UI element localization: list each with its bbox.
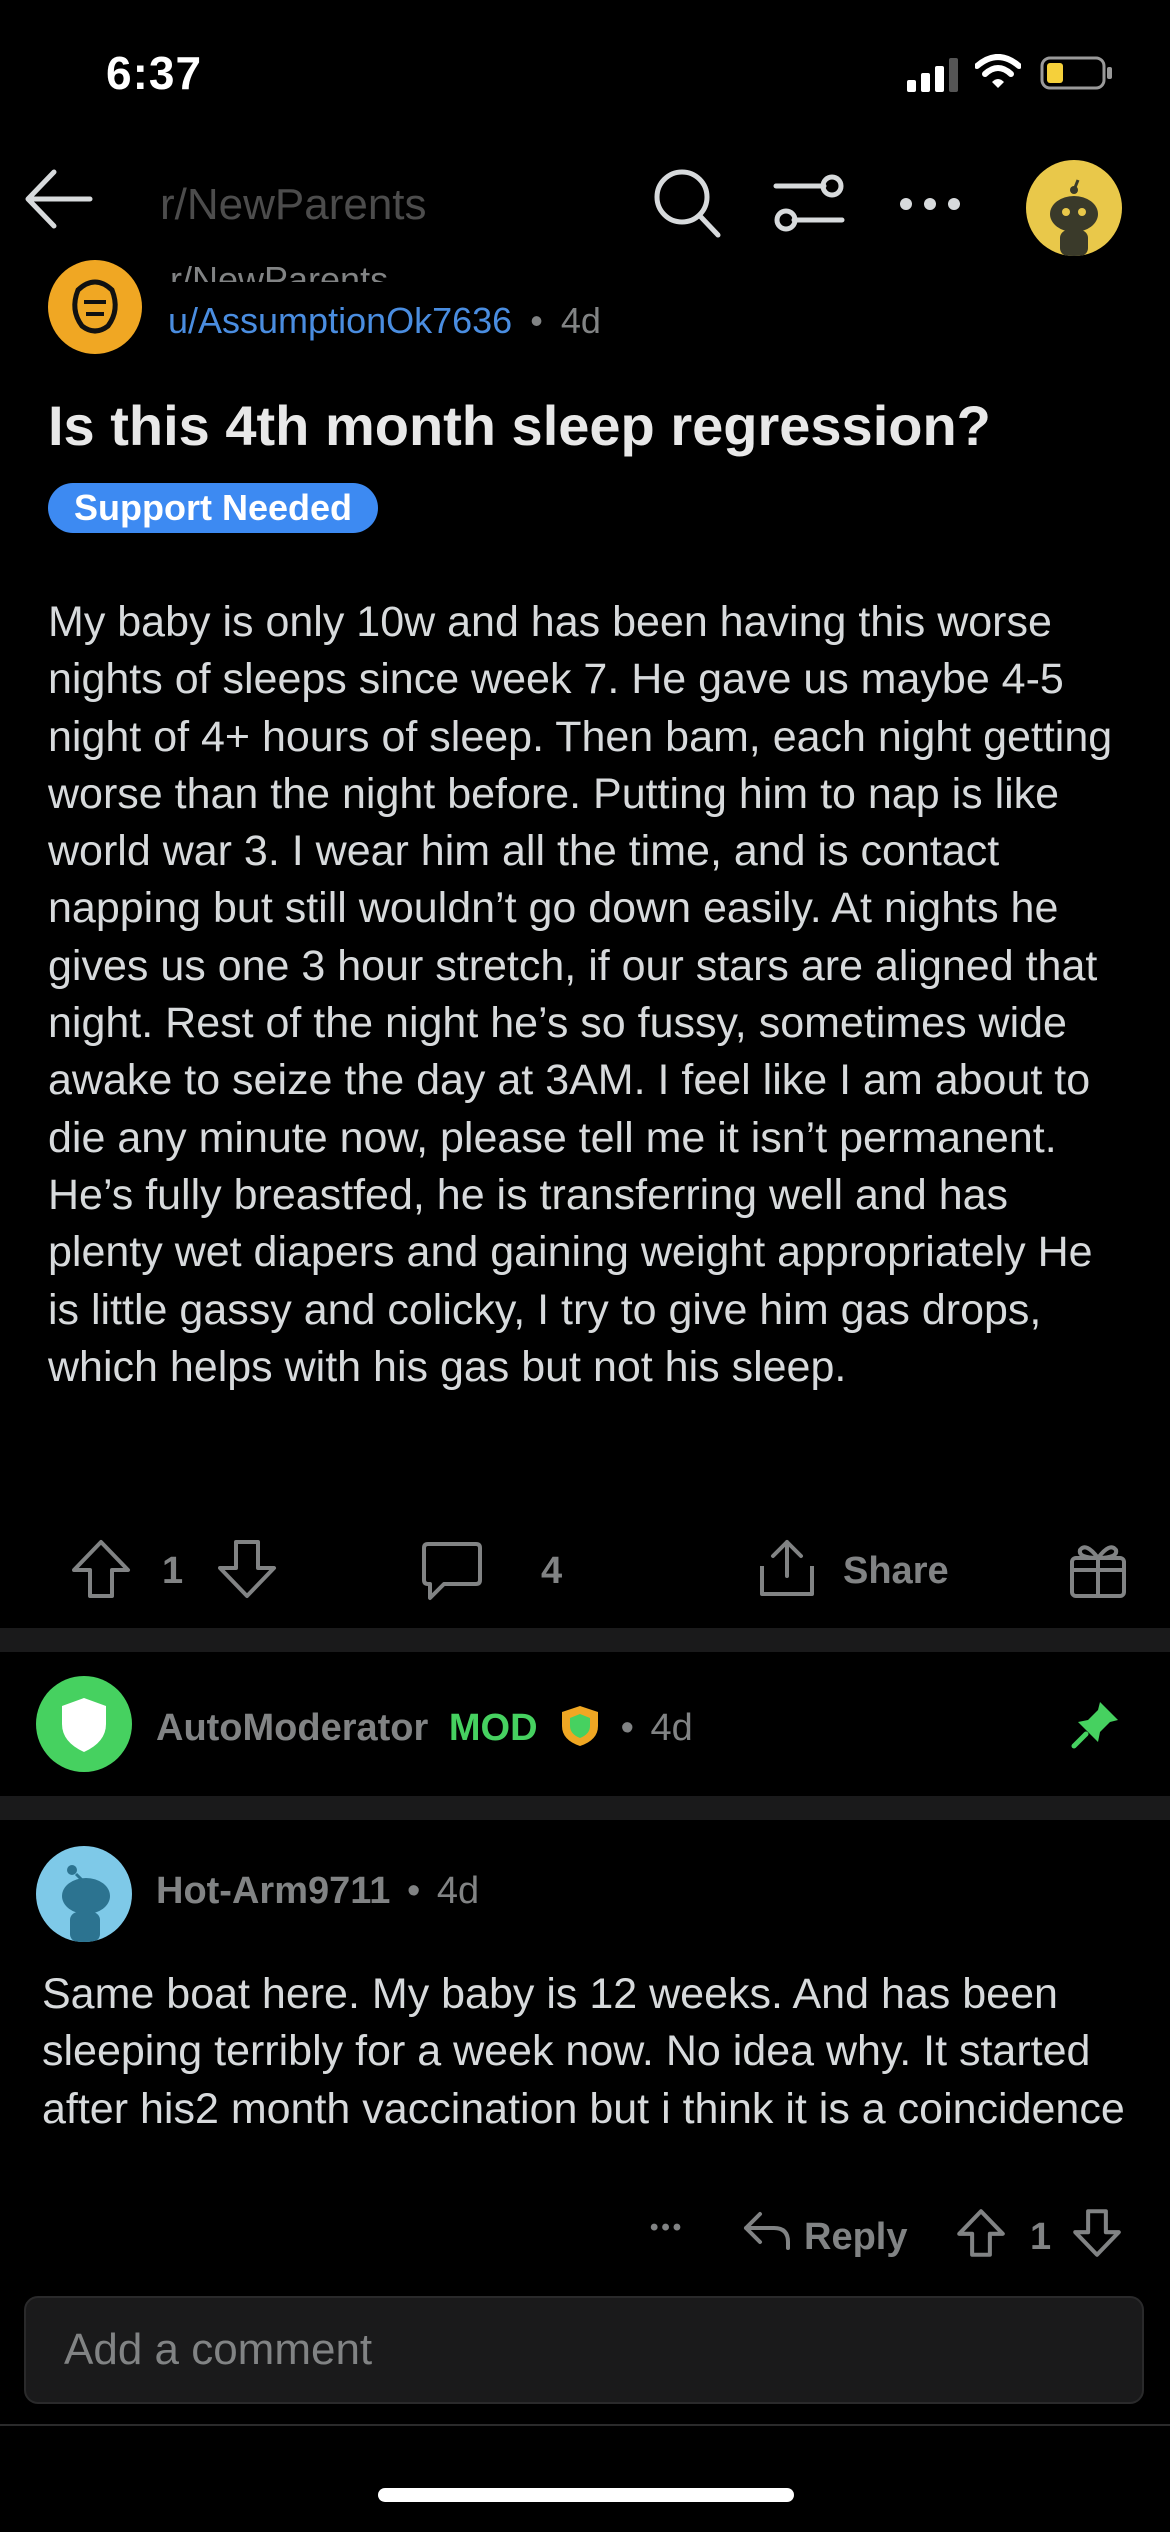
more-icon[interactable] (898, 196, 962, 212)
comment-more-button[interactable]: ••• (650, 2214, 684, 2242)
subreddit-avatar[interactable] (48, 260, 142, 354)
comment-author-line: AutoModerator MOD • 4d (156, 1702, 693, 1750)
upvote-icon[interactable] (70, 1538, 132, 1600)
post-body: My baby is only 10w and has been having … (48, 598, 1113, 1391)
section-divider (0, 1628, 1170, 1652)
commenter-avatar[interactable] (36, 1846, 132, 1942)
post-title: Is this 4th month sleep regression? (48, 394, 991, 457)
downvote-icon[interactable] (216, 1538, 278, 1600)
post-author-link[interactable]: u/AssumptionOk7636 (168, 300, 512, 341)
pin-icon (1071, 1702, 1118, 1749)
share-button[interactable]: Share (843, 1550, 949, 1593)
share-icon[interactable] (756, 1536, 818, 1600)
sort-icon[interactable] (772, 170, 846, 236)
shield-icon (62, 1698, 106, 1752)
section-divider (0, 1796, 1170, 1820)
bottom-divider (0, 2424, 1170, 2426)
reply-button[interactable]: Reply (804, 2216, 907, 2259)
award-icon[interactable] (1068, 1538, 1128, 1600)
post-comment-count[interactable]: 4 (541, 1550, 562, 1593)
header-subreddit-title[interactable]: r/NewParents (160, 180, 427, 230)
comment-separator: • (620, 1707, 634, 1749)
status-time: 6:37 (106, 47, 203, 99)
comment-author[interactable]: AutoModerator (156, 1707, 428, 1749)
back-arrow-icon[interactable] (22, 166, 94, 232)
cellular-signal-icon (907, 58, 958, 92)
comment-body: Same boat here. My baby is 12 weeks. And… (42, 1970, 1125, 2133)
comment-age: 4d (650, 1707, 693, 1749)
comment-icon[interactable] (420, 1540, 484, 1602)
subreddit-logo-icon (72, 279, 118, 334)
user-avatar[interactable] (1026, 160, 1122, 256)
add-comment-placeholder[interactable]: Add a comment (64, 2325, 372, 2375)
post-byline: u/AssumptionOk7636 • 4d (168, 300, 601, 342)
downvote-icon[interactable] (1072, 2208, 1122, 2258)
snoo-avatar-icon (62, 1865, 110, 1942)
post-score: 1 (162, 1550, 184, 1592)
comment-score: 1 (1030, 2216, 1052, 2258)
post-flair[interactable]: Support Needed (48, 483, 379, 533)
comment-separator: • (406, 1870, 421, 1912)
reply-icon[interactable] (742, 2208, 792, 2252)
comment-author[interactable]: Hot-Arm9711 (156, 1870, 390, 1912)
post-subreddit-name[interactable]: r/NewParents (170, 250, 388, 282)
mod-tag: MOD (448, 1707, 538, 1749)
post-age: 4d (560, 300, 601, 341)
search-icon[interactable] (650, 165, 724, 241)
wifi-icon (975, 54, 1021, 88)
snoo-avatar-icon (1050, 179, 1098, 256)
byline-separator: • (530, 300, 543, 341)
comment-author-line: Hot-Arm9711 • 4d (156, 1870, 479, 1913)
home-indicator[interactable] (378, 2488, 794, 2502)
upvote-icon[interactable] (956, 2208, 1006, 2258)
battery-icon (1040, 56, 1112, 90)
comment-age: 4d (436, 1870, 480, 1912)
automoderator-avatar[interactable] (36, 1676, 132, 1772)
mod-badge-icon (562, 1706, 599, 1746)
